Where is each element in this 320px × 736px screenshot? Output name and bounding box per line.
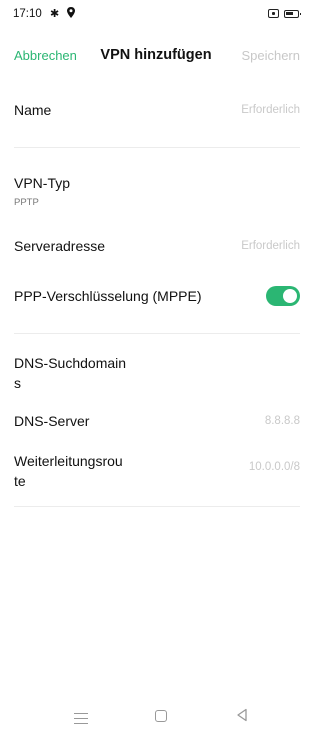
server-address-field[interactable]: Serveradresse Erforderlich	[14, 236, 300, 256]
name-field[interactable]: Name Erforderlich	[14, 100, 300, 120]
vpn-type-field[interactable]: VPN-Typ PPTP	[14, 173, 300, 208]
vpn-type-label: VPN-Typ	[14, 175, 71, 191]
settings-gear-icon: ✱	[50, 8, 60, 20]
forwarding-route-field[interactable]: Weiterleitungsrou te 10.0.0.0/8	[14, 451, 300, 491]
mppe-toggle[interactable]	[266, 286, 300, 306]
location-pin-icon	[67, 7, 75, 18]
sim-card-icon	[268, 9, 279, 18]
divider	[14, 506, 300, 507]
back-icon[interactable]	[236, 708, 248, 722]
status-right-icons	[268, 9, 301, 18]
status-bar: 17:10 ✱	[0, 0, 312, 30]
forwarding-route-label-line2: te	[14, 473, 26, 489]
dns-server-input[interactable]: 8.8.8.8	[265, 415, 300, 427]
dns-server-field[interactable]: DNS-Server 8.8.8.8	[14, 411, 300, 431]
menu-icon[interactable]	[74, 713, 88, 728]
dns-search-label-line1: DNS-Suchdomain	[14, 355, 127, 371]
toggle-knob	[283, 289, 297, 303]
dns-search-domains-field[interactable]: DNS-Suchdomain s	[14, 353, 300, 393]
divider	[14, 333, 300, 334]
divider	[14, 147, 300, 148]
server-address-input[interactable]: Erforderlich	[241, 240, 300, 252]
status-time: 17:10	[13, 8, 42, 20]
mppe-row: PPP-Verschlüsselung (MPPE)	[14, 286, 300, 306]
mppe-label: PPP-Verschlüsselung (MPPE)	[14, 288, 202, 304]
forwarding-route-input[interactable]: 10.0.0.0/8	[249, 461, 300, 473]
title-bar: Abbrechen VPN hinzufügen Speichern	[0, 38, 312, 74]
vpn-type-value: PPTP	[14, 197, 39, 208]
dns-server-label: DNS-Server	[14, 413, 90, 429]
name-input[interactable]: Erforderlich	[241, 104, 300, 116]
save-button[interactable]: Speichern	[241, 48, 300, 63]
navigation-bar	[0, 700, 312, 736]
battery-icon	[284, 9, 301, 18]
dns-search-label-line2: s	[14, 375, 21, 391]
home-icon[interactable]	[155, 710, 167, 722]
